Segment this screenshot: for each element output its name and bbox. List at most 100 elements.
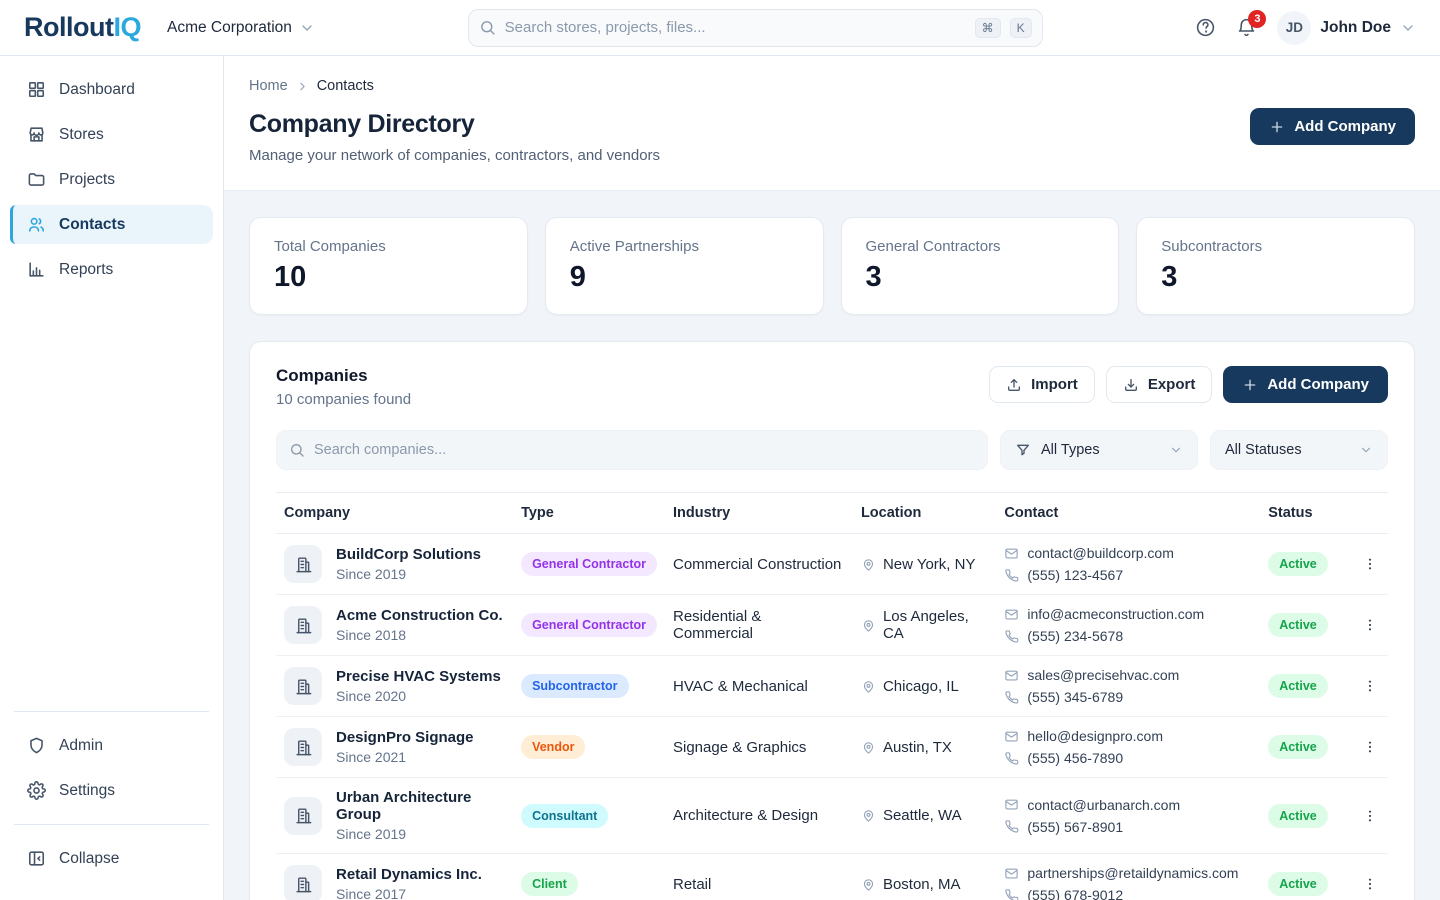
sidebar-item-reports[interactable]: Reports bbox=[10, 250, 213, 289]
column-header-contact: Contact bbox=[996, 493, 1260, 534]
company-name: Retail Dynamics Inc. bbox=[336, 866, 482, 883]
table-row[interactable]: Precise HVAC Systems Since 2020 Subcontr… bbox=[276, 656, 1388, 717]
table-row[interactable]: Urban Architecture Group Since 2019 Cons… bbox=[276, 778, 1388, 854]
user-name: John Doe bbox=[1320, 19, 1391, 37]
company-industry: Signage & Graphics bbox=[673, 739, 806, 756]
company-email[interactable]: contact@buildcorp.com bbox=[1027, 545, 1174, 561]
global-search[interactable]: ⌘ K bbox=[468, 9, 1043, 47]
companies-panel: Companies 10 companies found Import bbox=[249, 341, 1415, 900]
status-badge: Active bbox=[1268, 872, 1328, 896]
add-company-label: Add Company bbox=[1294, 118, 1396, 135]
map-pin-icon bbox=[861, 808, 876, 823]
row-menu-button[interactable] bbox=[1360, 739, 1380, 755]
breadcrumb-home[interactable]: Home bbox=[249, 78, 288, 94]
company-since: Since 2019 bbox=[336, 826, 505, 842]
chevron-down-icon bbox=[1169, 443, 1183, 457]
add-company-button[interactable]: Add Company bbox=[1250, 108, 1415, 145]
company-email[interactable]: hello@designpro.com bbox=[1027, 728, 1163, 744]
stat-value: 10 bbox=[274, 261, 503, 294]
sidebar-item-stores[interactable]: Stores bbox=[10, 115, 213, 154]
org-switcher[interactable]: Acme Corporation bbox=[167, 19, 315, 37]
user-menu[interactable]: JD John Doe bbox=[1277, 11, 1416, 45]
column-header-company: Company bbox=[276, 493, 513, 534]
sidebar-item-dashboard[interactable]: Dashboard bbox=[10, 70, 213, 109]
sidebar-item-label: Settings bbox=[59, 782, 115, 800]
sidebar-item-projects[interactable]: Projects bbox=[10, 160, 213, 199]
company-phone: (555) 567-8901 bbox=[1027, 819, 1123, 835]
phone-icon bbox=[1004, 568, 1019, 583]
company-name: Acme Construction Co. bbox=[336, 607, 503, 624]
upload-icon bbox=[1006, 377, 1022, 393]
company-phone: (555) 456-7890 bbox=[1027, 750, 1123, 766]
stat-label: General Contractors bbox=[866, 238, 1095, 255]
stat-label: Subcontractors bbox=[1161, 238, 1390, 255]
type-badge: Subcontractor bbox=[521, 674, 628, 698]
company-industry: Commercial Construction bbox=[673, 556, 841, 573]
sidebar-item-label: Dashboard bbox=[59, 81, 135, 99]
sidebar-item-admin[interactable]: Admin bbox=[10, 726, 213, 765]
chevron-right-icon bbox=[296, 80, 309, 93]
type-badge: Consultant bbox=[521, 804, 608, 828]
help-button[interactable] bbox=[1195, 17, 1216, 38]
row-menu-button[interactable] bbox=[1360, 556, 1380, 572]
row-menu-button[interactable] bbox=[1360, 678, 1380, 694]
export-button[interactable]: Export bbox=[1106, 366, 1213, 403]
import-label: Import bbox=[1031, 376, 1078, 393]
sidebar-item-settings[interactable]: Settings bbox=[10, 771, 213, 810]
dashboard-icon bbox=[27, 80, 46, 99]
column-header-status: Status bbox=[1260, 493, 1352, 534]
row-menu-button[interactable] bbox=[1360, 808, 1380, 824]
sidebar-item-label: Admin bbox=[59, 737, 103, 755]
company-name: Urban Architecture Group bbox=[336, 789, 505, 823]
filter-icon bbox=[1015, 442, 1031, 458]
type-filter-select[interactable]: All Types bbox=[1000, 430, 1198, 470]
stat-card-general-contractors: General Contractors 3 bbox=[841, 217, 1120, 315]
column-header-location: Location bbox=[853, 493, 996, 534]
row-menu-button[interactable] bbox=[1360, 876, 1380, 892]
company-phone: (555) 345-6789 bbox=[1027, 689, 1123, 705]
companies-search[interactable] bbox=[276, 430, 988, 470]
company-location: New York, NY bbox=[883, 556, 976, 573]
status-badge: Active bbox=[1268, 735, 1328, 759]
sidebar-collapse-button[interactable]: Collapse bbox=[10, 839, 213, 878]
notifications-button[interactable]: 3 bbox=[1236, 17, 1257, 38]
mail-icon bbox=[1004, 729, 1019, 744]
global-search-input[interactable] bbox=[505, 19, 966, 36]
phone-icon bbox=[1004, 690, 1019, 705]
company-location: Seattle, WA bbox=[883, 807, 962, 824]
building-icon bbox=[284, 728, 322, 766]
table-row[interactable]: Retail Dynamics Inc. Since 2017 Client R… bbox=[276, 854, 1388, 900]
company-since: Since 2019 bbox=[336, 566, 481, 582]
map-pin-icon bbox=[861, 740, 876, 755]
company-email[interactable]: contact@urbanarch.com bbox=[1027, 797, 1180, 813]
mail-icon bbox=[1004, 546, 1019, 561]
type-badge: General Contractor bbox=[521, 613, 657, 637]
table-row[interactable]: DesignPro Signage Since 2021 Vendor Sign… bbox=[276, 717, 1388, 778]
company-email[interactable]: sales@precisehvac.com bbox=[1027, 667, 1179, 683]
stat-card-subcontractors: Subcontractors 3 bbox=[1136, 217, 1415, 315]
top-header: RolloutIQ Acme Corporation ⌘ K 3 JD John… bbox=[0, 0, 1440, 56]
status-filter-select[interactable]: All Statuses bbox=[1210, 430, 1388, 470]
users-icon bbox=[27, 215, 46, 234]
company-email[interactable]: info@acmeconstruction.com bbox=[1027, 606, 1204, 622]
add-company-button-panel[interactable]: Add Company bbox=[1223, 366, 1388, 403]
stat-value: 3 bbox=[1161, 261, 1390, 294]
phone-icon bbox=[1004, 819, 1019, 834]
gear-icon bbox=[27, 781, 46, 800]
company-industry: Residential & Commercial bbox=[673, 608, 761, 642]
org-switcher-label: Acme Corporation bbox=[167, 19, 292, 37]
companies-search-input[interactable] bbox=[314, 442, 975, 458]
company-name: Precise HVAC Systems bbox=[336, 668, 501, 685]
table-row[interactable]: BuildCorp Solutions Since 2019 General C… bbox=[276, 534, 1388, 595]
company-industry: Architecture & Design bbox=[673, 807, 818, 824]
import-button[interactable]: Import bbox=[989, 366, 1095, 403]
table-row[interactable]: Acme Construction Co. Since 2018 General… bbox=[276, 595, 1388, 656]
download-icon bbox=[1123, 377, 1139, 393]
building-icon bbox=[284, 865, 322, 900]
company-email[interactable]: partnerships@retaildynamics.com bbox=[1027, 865, 1238, 881]
column-header-industry: Industry bbox=[665, 493, 853, 534]
row-menu-button[interactable] bbox=[1360, 617, 1380, 633]
company-name: DesignPro Signage bbox=[336, 729, 474, 746]
sidebar-item-label: Contacts bbox=[59, 216, 125, 234]
sidebar-item-contacts[interactable]: Contacts bbox=[10, 205, 213, 244]
